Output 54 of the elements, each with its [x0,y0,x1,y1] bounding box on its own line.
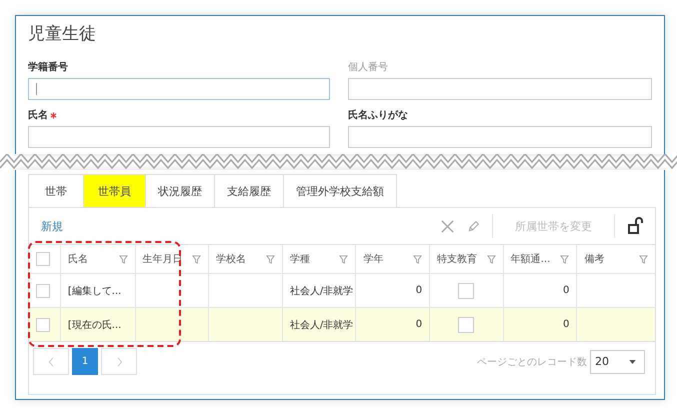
new-link[interactable]: 新規 [41,218,63,234]
field-label: 氏名 [28,108,48,122]
field-label: 学籍番号 [28,60,68,74]
input-field[interactable] [348,126,652,148]
table-cell-text: [編集して... [68,284,122,298]
tab[interactable]: 管理外学校支給額 [283,174,397,207]
table-cell: 0 [563,285,570,296]
checkbox[interactable] [458,316,474,332]
column-header[interactable]: 年額通... [510,252,550,266]
field-label: 個人番号 [348,60,388,74]
input-field[interactable] [28,126,330,148]
next-page-button[interactable] [101,348,137,375]
filter-icon[interactable] [266,254,275,264]
unlock-icon[interactable] [627,217,645,235]
close-icon[interactable] [440,218,455,234]
column-header[interactable]: 特支教育 [437,252,478,266]
column-header[interactable]: 学種 [290,252,310,266]
tab[interactable]: 世帯 [28,174,83,207]
pencil-icon[interactable] [467,220,480,232]
previous-page-button[interactable] [33,348,69,375]
table-cell: 0 [416,285,422,296]
column-header[interactable]: 備考 [584,252,604,266]
filter-icon[interactable] [560,254,570,264]
checkbox[interactable] [458,282,474,298]
filter-icon[interactable] [192,254,202,264]
filter-icon[interactable] [118,254,128,264]
checkbox[interactable] [36,318,50,332]
tab[interactable]: 世帯員 [83,174,145,207]
column-header[interactable]: 学年 [363,252,384,266]
filter-icon[interactable] [339,254,348,264]
field-label: 氏名ふりがな [348,108,408,122]
tab[interactable]: 支給履歴 [214,174,283,207]
filter-icon[interactable] [486,254,496,264]
caret-icon [629,360,636,364]
table-cell-text: 社会人/非就学 [290,284,354,298]
checkbox[interactable] [36,284,50,298]
page-size-select[interactable]: 20 [590,350,645,374]
checkbox[interactable] [36,252,50,266]
tab[interactable]: 状況履歴 [145,174,214,207]
table-cell: 0 [416,319,422,330]
column-header[interactable]: 氏名 [68,252,88,266]
table-cell-text: [現在の氏... [68,318,122,332]
filter-icon[interactable] [638,254,648,264]
column-header[interactable]: 学校名 [216,252,246,266]
table-cell: 0 [563,319,570,330]
page-title: 児童生徒 [28,23,97,45]
input-field[interactable] [28,78,330,100]
table-cell-text: 社会人/非就学 [290,318,354,332]
table-row[interactable]: [現在の氏... 社会人/非就学 0 0 [29,308,655,341]
chevron-right-icon [116,356,122,368]
page-size-label: ページごとのレコード数 [477,356,587,368]
chevron-left-icon [48,356,54,368]
filter-icon[interactable] [413,254,422,264]
page-button[interactable]: 1 [72,348,98,375]
